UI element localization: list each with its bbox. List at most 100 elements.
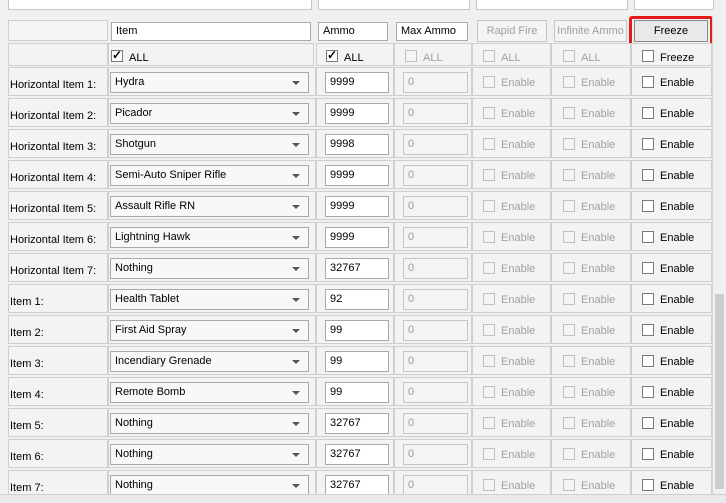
max-ammo-all-checkbox[interactable] bbox=[405, 50, 417, 62]
rapid-fire-checkbox[interactable] bbox=[483, 138, 495, 150]
rapid-fire-checkbox[interactable] bbox=[483, 355, 495, 367]
rapid-fire-checkbox[interactable] bbox=[483, 448, 495, 460]
max-ammo-field[interactable]: 0 bbox=[403, 382, 468, 403]
item-select[interactable]: Health Tablet bbox=[110, 289, 309, 310]
rapid-fire-checkbox[interactable] bbox=[483, 107, 495, 119]
item-select[interactable]: Semi-Auto Sniper Rifle bbox=[110, 165, 309, 186]
ammo-field[interactable]: 9999 bbox=[325, 196, 389, 217]
infinite-ammo-checkbox[interactable] bbox=[563, 448, 575, 460]
rapid-fire-checkbox[interactable] bbox=[483, 417, 495, 429]
max-ammo-field[interactable]: 0 bbox=[403, 475, 468, 494]
ammo-all-checkbox[interactable] bbox=[326, 48, 338, 62]
rapid-fire-checkbox[interactable] bbox=[483, 324, 495, 336]
infinite-ammo-checkbox[interactable] bbox=[563, 200, 575, 212]
ammo-field[interactable]: 92 bbox=[325, 289, 389, 310]
infinite-ammo-checkbox[interactable] bbox=[563, 76, 575, 88]
infinite-ammo-checkbox[interactable] bbox=[563, 324, 575, 336]
ammo-field[interactable]: 32767 bbox=[325, 413, 389, 434]
rapid-fire-button[interactable]: Rapid Fire bbox=[477, 20, 547, 42]
freeze-checkbox[interactable] bbox=[642, 262, 654, 274]
vertical-scrollbar[interactable] bbox=[712, 16, 726, 494]
item-select[interactable]: Nothing bbox=[110, 258, 309, 279]
infinite-ammo-button[interactable]: Infinite Ammo bbox=[554, 20, 627, 42]
item-header-field[interactable]: Item bbox=[111, 22, 311, 41]
rapid-fire-all-checkbox[interactable] bbox=[483, 50, 495, 62]
freeze-checkbox[interactable] bbox=[642, 138, 654, 150]
infinite-ammo-checkbox[interactable] bbox=[563, 479, 575, 491]
freeze-checkbox[interactable] bbox=[642, 386, 654, 398]
max-ammo-field[interactable]: 0 bbox=[403, 320, 468, 341]
infinite-ammo-checkbox[interactable] bbox=[563, 355, 575, 367]
freeze-all-checkbox[interactable] bbox=[642, 50, 654, 62]
ammo-field[interactable]: 99 bbox=[325, 351, 389, 372]
item-select[interactable]: Lightning Hawk bbox=[110, 227, 309, 248]
freeze-checkbox[interactable] bbox=[642, 76, 654, 88]
infinite-ammo-checkbox[interactable] bbox=[563, 169, 575, 181]
max-ammo-field[interactable]: 0 bbox=[403, 72, 468, 93]
item-select[interactable]: Picador bbox=[110, 103, 309, 124]
ammo-field[interactable]: 9999 bbox=[325, 72, 389, 93]
ammo-field[interactable]: 9998 bbox=[325, 134, 389, 155]
infinite-ammo-checkbox[interactable] bbox=[563, 138, 575, 150]
item-select[interactable]: Nothing bbox=[110, 413, 309, 434]
infinite-ammo-checkbox[interactable] bbox=[563, 231, 575, 243]
rapid-fire-checkbox[interactable] bbox=[483, 169, 495, 181]
max-ammo-field[interactable]: 0 bbox=[403, 227, 468, 248]
item-select[interactable]: First Aid Spray bbox=[110, 320, 309, 341]
freeze-label: Enable bbox=[660, 356, 695, 368]
rapid-fire-checkbox[interactable] bbox=[483, 231, 495, 243]
freeze-checkbox[interactable] bbox=[642, 417, 654, 429]
rapid-fire-checkbox[interactable] bbox=[483, 293, 495, 305]
infinite-ammo-checkbox[interactable] bbox=[563, 293, 575, 305]
max-ammo-header-field[interactable]: Max Ammo bbox=[396, 22, 468, 41]
item-select[interactable]: Nothing bbox=[110, 444, 309, 465]
freeze-checkbox[interactable] bbox=[642, 448, 654, 460]
ammo-field[interactable]: 32767 bbox=[325, 444, 389, 465]
max-ammo-field[interactable]: 0 bbox=[403, 289, 468, 310]
infinite-ammo-checkbox[interactable] bbox=[563, 262, 575, 274]
ammo-field[interactable]: 32767 bbox=[325, 258, 389, 279]
freeze-checkbox[interactable] bbox=[642, 293, 654, 305]
item-select[interactable]: Assault Rifle RN bbox=[110, 196, 309, 217]
max-ammo-field[interactable]: 0 bbox=[403, 258, 468, 279]
freeze-checkbox[interactable] bbox=[642, 231, 654, 243]
max-ammo-field[interactable]: 0 bbox=[403, 165, 468, 186]
freeze-checkbox[interactable] bbox=[642, 324, 654, 336]
ammo-header-field[interactable]: Ammo bbox=[318, 22, 388, 41]
infinite-ammo-all-checkbox[interactable] bbox=[563, 50, 575, 62]
freeze-checkbox[interactable] bbox=[642, 169, 654, 181]
freeze-label: Enable bbox=[660, 201, 695, 213]
rapid-fire-checkbox[interactable] bbox=[483, 76, 495, 88]
max-ammo-field[interactable]: 0 bbox=[403, 351, 468, 372]
rapid-fire-checkbox[interactable] bbox=[483, 262, 495, 274]
max-ammo-field[interactable]: 0 bbox=[403, 196, 468, 217]
infinite-ammo-checkbox[interactable] bbox=[563, 107, 575, 119]
ammo-field[interactable]: 9999 bbox=[325, 165, 389, 186]
item-select[interactable]: Remote Bomb bbox=[110, 382, 309, 403]
max-ammo-field[interactable]: 0 bbox=[403, 444, 468, 465]
max-ammo-field[interactable]: 0 bbox=[403, 413, 468, 434]
freeze-checkbox[interactable] bbox=[642, 107, 654, 119]
item-select[interactable]: Incendiary Grenade bbox=[110, 351, 309, 372]
ammo-field[interactable]: 9999 bbox=[325, 227, 389, 248]
rapid-fire-checkbox[interactable] bbox=[483, 386, 495, 398]
item-select[interactable]: Nothing bbox=[110, 475, 309, 494]
ammo-field[interactable]: 99 bbox=[325, 382, 389, 403]
max-ammo-field[interactable]: 0 bbox=[403, 103, 468, 124]
scrollbar-thumb[interactable] bbox=[715, 294, 724, 489]
rapid-fire-checkbox[interactable] bbox=[483, 479, 495, 491]
infinite-ammo-checkbox[interactable] bbox=[563, 386, 575, 398]
item-all-checkbox[interactable] bbox=[111, 48, 123, 62]
infinite-ammo-checkbox[interactable] bbox=[563, 417, 575, 429]
ammo-field[interactable]: 9999 bbox=[325, 103, 389, 124]
ammo-field[interactable]: 32767 bbox=[325, 475, 389, 494]
item-select[interactable]: Hydra bbox=[110, 72, 309, 93]
freeze-label: Enable bbox=[660, 77, 695, 89]
rapid-fire-checkbox[interactable] bbox=[483, 200, 495, 212]
freeze-checkbox[interactable] bbox=[642, 355, 654, 367]
freeze-checkbox[interactable] bbox=[642, 479, 654, 491]
item-select[interactable]: Shotgun bbox=[110, 134, 309, 155]
ammo-field[interactable]: 99 bbox=[325, 320, 389, 341]
freeze-checkbox[interactable] bbox=[642, 200, 654, 212]
max-ammo-field[interactable]: 0 bbox=[403, 134, 468, 155]
